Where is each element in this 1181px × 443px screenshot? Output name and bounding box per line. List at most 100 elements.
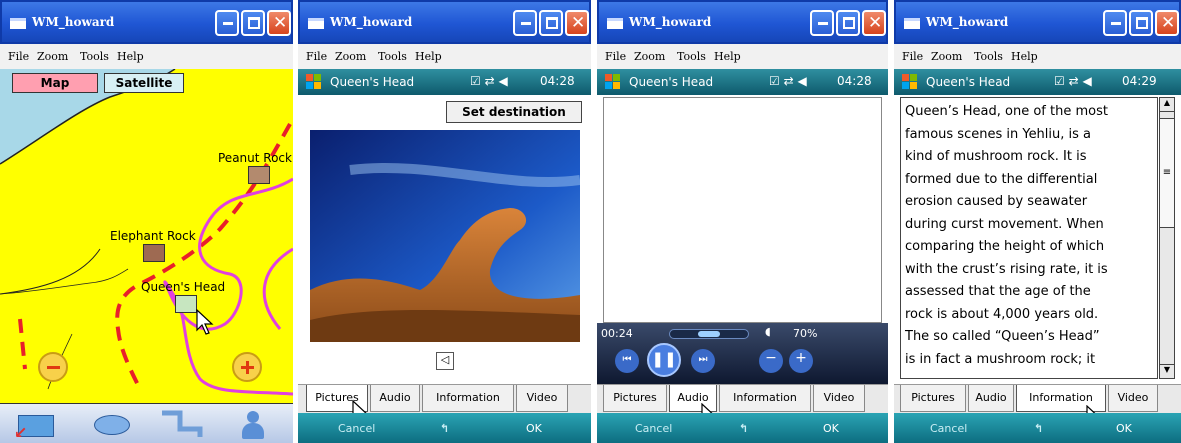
menu-zoom[interactable]: Zoom xyxy=(931,50,962,63)
set-destination-button[interactable]: Set destination xyxy=(446,101,582,123)
close-button[interactable]: ✕ xyxy=(565,10,589,36)
mute-button[interactable]: ◁ xyxy=(436,352,454,370)
maximize-button[interactable] xyxy=(1129,10,1153,36)
menu-zoom[interactable]: Zoom xyxy=(335,50,366,63)
tab-video[interactable]: Video xyxy=(1108,385,1158,412)
cancel-softkey[interactable]: Cancel xyxy=(635,422,672,435)
close-button[interactable]: ✕ xyxy=(1155,10,1179,36)
route-icon xyxy=(162,410,203,437)
map-tool-button[interactable]: ↙ xyxy=(8,409,68,442)
previous-button[interactable]: ⏮ xyxy=(615,349,639,373)
satellite-button[interactable]: Satellite xyxy=(104,73,184,93)
minimize-button[interactable] xyxy=(1103,10,1127,36)
speaker-icon: ◀ xyxy=(1082,74,1092,88)
user-icon xyxy=(247,411,259,423)
seek-bar[interactable] xyxy=(669,329,749,339)
scroll-down-arrow[interactable]: ▼ xyxy=(1160,364,1174,378)
status-icons: ☑ ⇄ ◀ xyxy=(769,74,807,88)
map-view[interactable]: Map Satellite Peanut Rock Elephant Rock … xyxy=(0,69,293,403)
tab-pictures[interactable]: Pictures xyxy=(900,385,966,412)
menu-file[interactable]: File xyxy=(306,50,327,63)
speaker-icon: ◀ xyxy=(797,74,807,88)
tab-pictures[interactable]: Pictures xyxy=(603,385,667,412)
status-bar: Queen's Head ☑ ⇄ ◀ 04:28 xyxy=(298,69,591,95)
information-screen: WM_howard ✕ File Zoom Tools Help Queen's… xyxy=(894,0,1181,443)
tab-video[interactable]: Video xyxy=(813,385,865,412)
status-icons: ☑ ⇄ ◀ xyxy=(470,74,508,88)
windows-logo-icon[interactable] xyxy=(306,74,322,90)
zoom-in-button[interactable] xyxy=(232,352,262,382)
zoom-out-button[interactable] xyxy=(38,352,68,382)
volume-icon: ◖ xyxy=(765,325,771,338)
bottom-toolbar: ↙ xyxy=(0,403,293,443)
tab-audio[interactable]: Audio xyxy=(370,385,420,412)
windows-logo-icon[interactable] xyxy=(605,74,621,90)
text-line: comparing the height of which xyxy=(905,239,1105,254)
menu-help[interactable]: Help xyxy=(415,50,442,63)
map-button[interactable]: Map xyxy=(12,73,98,93)
minimize-button[interactable] xyxy=(513,10,537,36)
tab-information[interactable]: Information xyxy=(719,385,811,412)
tab-audio[interactable]: Audio xyxy=(968,385,1014,412)
ok-softkey[interactable]: OK xyxy=(526,422,542,435)
minimize-button[interactable] xyxy=(810,10,834,36)
cancel-softkey[interactable]: Cancel xyxy=(930,422,967,435)
satellite-tool-button[interactable] xyxy=(80,409,145,441)
elapsed-time: 00:24 xyxy=(601,327,633,340)
minimize-button[interactable] xyxy=(215,10,239,36)
back-icon[interactable]: ↰ xyxy=(440,422,449,435)
menu-zoom[interactable]: Zoom xyxy=(37,50,68,63)
ok-softkey[interactable]: OK xyxy=(1116,422,1132,435)
close-button[interactable]: ✕ xyxy=(862,10,886,36)
poi-icon-elephant-rock[interactable] xyxy=(143,244,165,262)
poi-icon-peanut-rock[interactable] xyxy=(248,166,270,184)
ok-softkey[interactable]: OK xyxy=(823,422,839,435)
vertical-scrollbar[interactable]: ▲ ≡ ▼ xyxy=(1159,97,1175,379)
media-player-controls: 00:24 ◖ 70% ⏮ ❚❚ ⏭ − + xyxy=(597,323,888,384)
seek-thumb[interactable] xyxy=(698,331,720,337)
menu-help[interactable]: Help xyxy=(117,50,144,63)
route-tool-button[interactable] xyxy=(152,409,217,441)
volume-up-button[interactable]: + xyxy=(789,349,813,373)
pause-button[interactable]: ❚❚ xyxy=(647,343,681,377)
pictures-screen: WM_howard ✕ File Zoom Tools Help Queen's… xyxy=(298,0,591,443)
next-button[interactable]: ⏭ xyxy=(691,349,715,373)
windows-logo-icon[interactable] xyxy=(902,74,918,90)
user-tool-button[interactable] xyxy=(225,409,285,441)
maximize-button[interactable] xyxy=(836,10,860,36)
maximize-button[interactable] xyxy=(241,10,265,36)
menu-file[interactable]: File xyxy=(902,50,923,63)
tab-video[interactable]: Video xyxy=(516,385,568,412)
status-bar: Queen's Head ☑ ⇄ ◀ 04:29 xyxy=(894,69,1181,95)
menu-bar: File Zoom Tools Help xyxy=(298,44,591,69)
menu-tools[interactable]: Tools xyxy=(974,50,1003,63)
text-line: is in fact a mushroom rock; it xyxy=(905,351,1096,367)
menu-bar: File Zoom Tools Help xyxy=(597,44,888,69)
poi-icon-queens-head[interactable] xyxy=(175,295,197,313)
text-line: rock is about 4,000 years old. xyxy=(905,306,1099,322)
back-icon[interactable]: ↰ xyxy=(739,422,748,435)
map-screen: WM_howard ✕ File Zoom Tools Help Map Sat… xyxy=(0,0,293,443)
media-area xyxy=(603,97,882,323)
maximize-button[interactable] xyxy=(539,10,563,36)
text-line: with the crust’s rising rate, it is xyxy=(905,261,1108,277)
scroll-up-arrow[interactable]: ▲ xyxy=(1160,98,1174,112)
scroll-thumb[interactable]: ≡ xyxy=(1160,118,1174,228)
menu-tools[interactable]: Tools xyxy=(677,50,706,63)
menu-file[interactable]: File xyxy=(8,50,29,63)
close-button[interactable]: ✕ xyxy=(267,10,291,36)
cancel-softkey[interactable]: Cancel xyxy=(338,422,375,435)
menu-tools[interactable]: Tools xyxy=(378,50,407,63)
softkey-bar: Cancel ↰ OK xyxy=(597,413,888,443)
tab-information[interactable]: Information xyxy=(422,385,514,412)
menu-help[interactable]: Help xyxy=(1011,50,1038,63)
menu-tools[interactable]: Tools xyxy=(80,50,109,63)
menu-help[interactable]: Help xyxy=(714,50,741,63)
menu-zoom[interactable]: Zoom xyxy=(634,50,665,63)
text-line: during curst movement. When xyxy=(905,216,1104,232)
back-icon[interactable]: ↰ xyxy=(1034,422,1043,435)
volume-down-button[interactable]: − xyxy=(759,349,783,373)
menu-bar: File Zoom Tools Help xyxy=(894,44,1181,69)
minus-icon xyxy=(47,366,60,369)
menu-file[interactable]: File xyxy=(605,50,626,63)
